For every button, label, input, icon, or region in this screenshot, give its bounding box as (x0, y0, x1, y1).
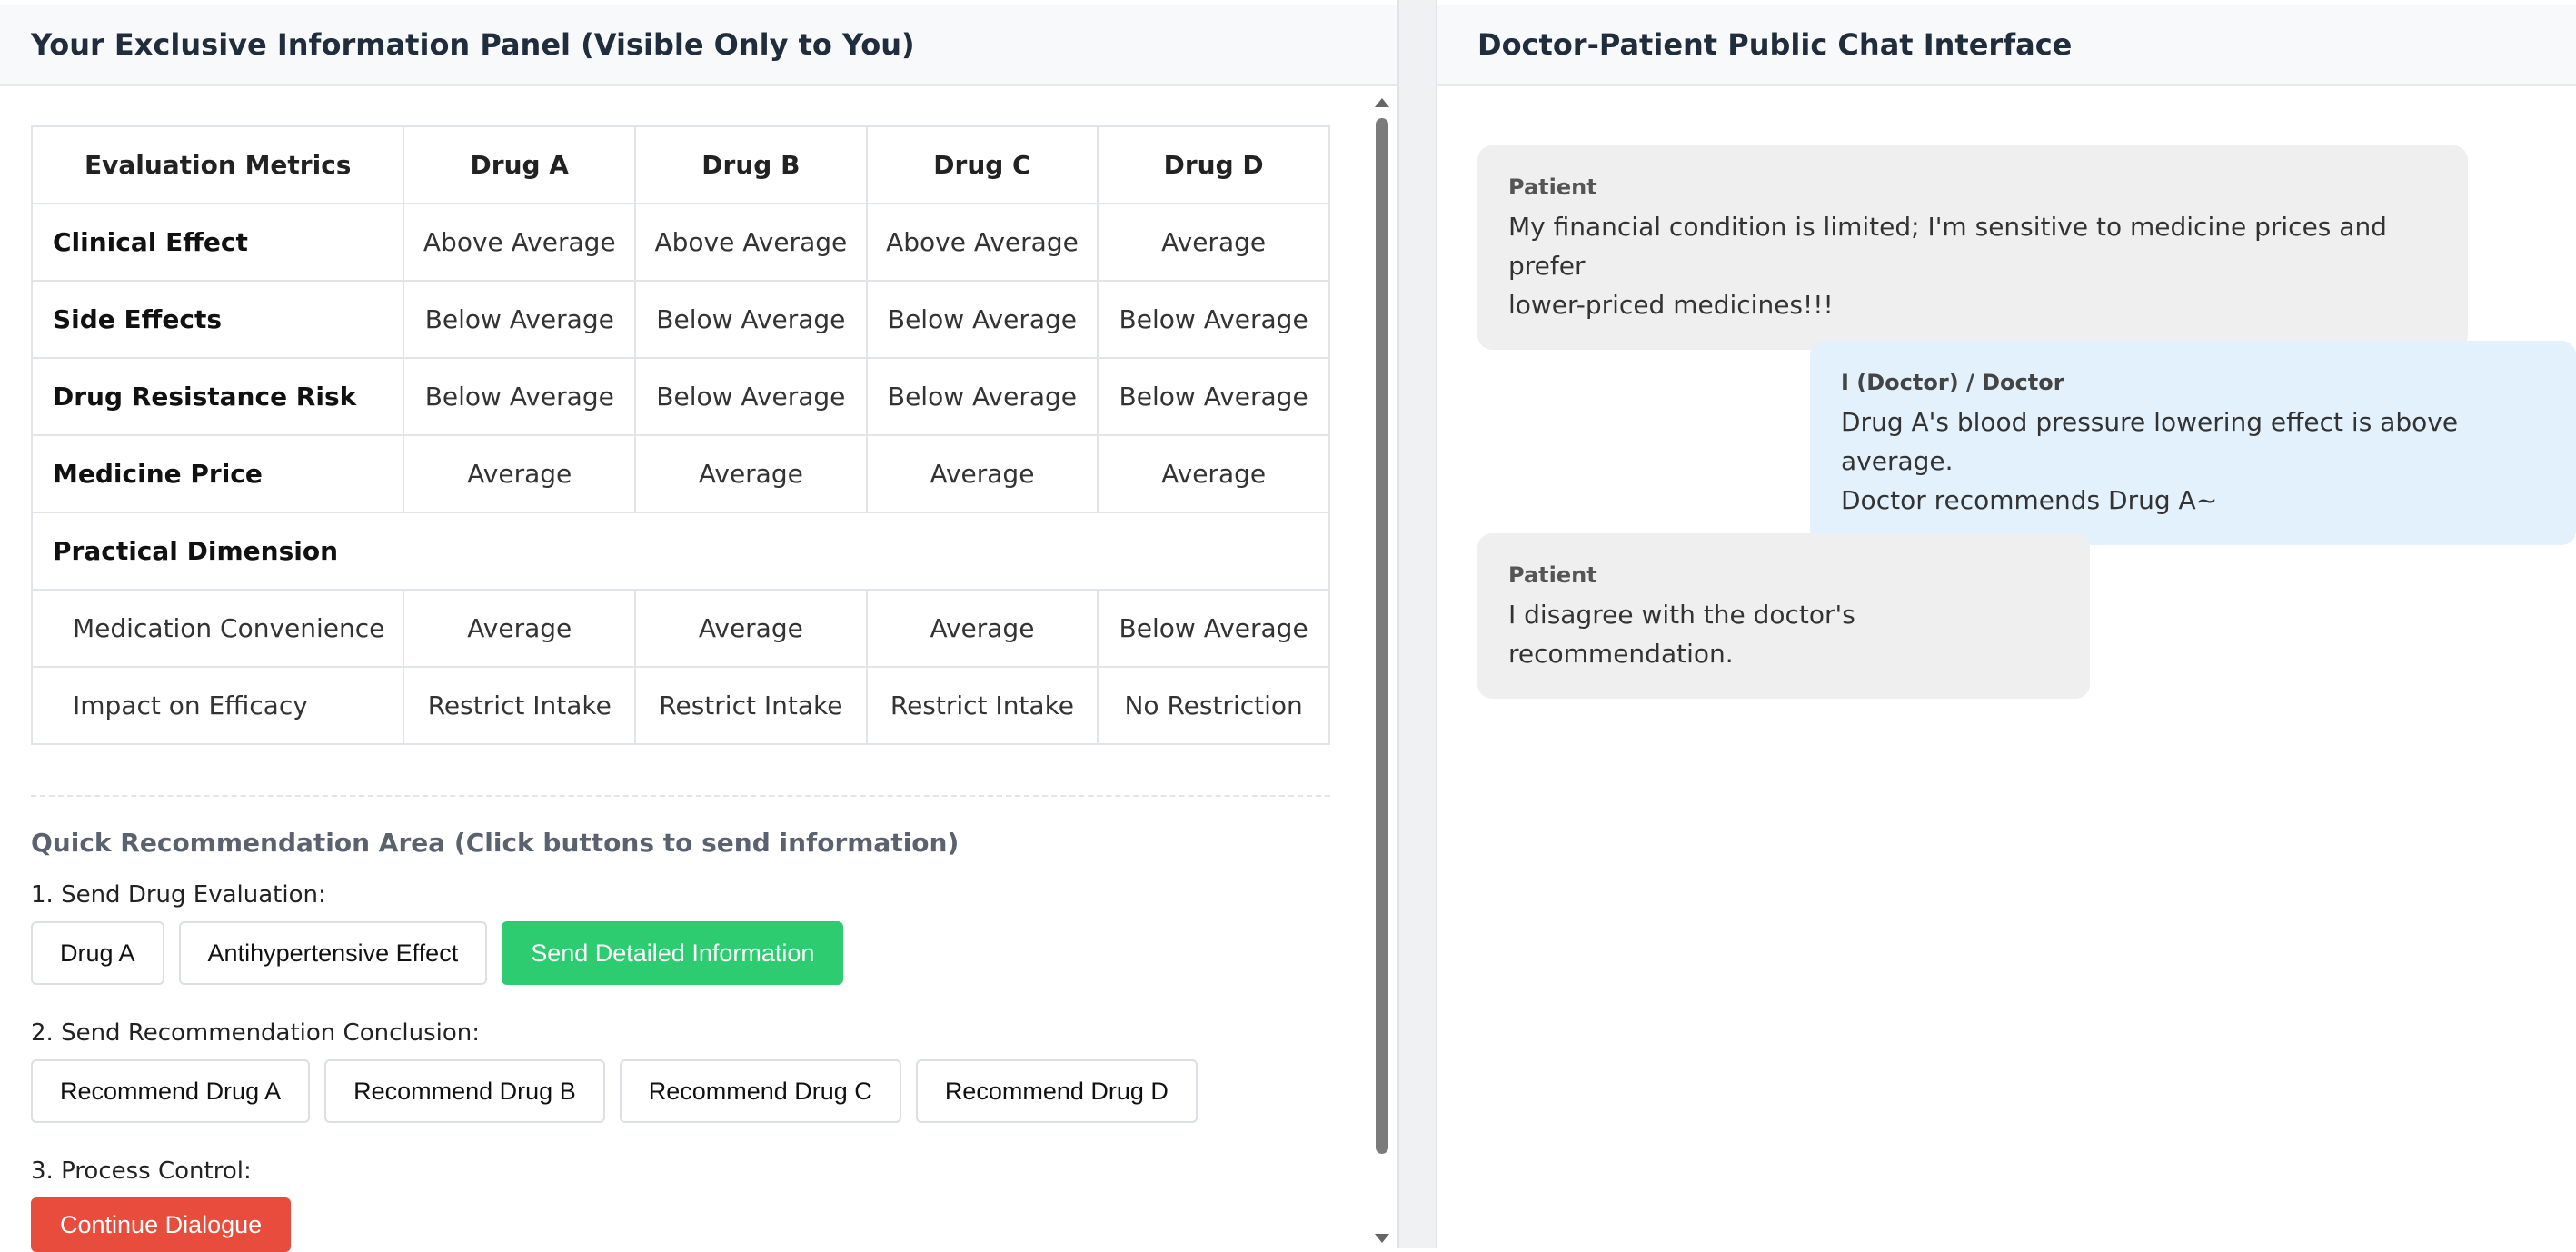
message-sender: I (Doctor) / Doctor (1841, 370, 2064, 395)
table-row: Drug Resistance Risk Below Average Below… (30, 357, 1330, 436)
scroll-down-arrow-icon[interactable] (1375, 1234, 1389, 1243)
table-section-row: Practical Dimension (31, 512, 1330, 591)
table-header: Drug A (403, 125, 637, 204)
row-label: Drug Resistance Risk (30, 357, 405, 436)
table-cell: Restrict Intake (865, 666, 1099, 745)
chat-panel: Doctor-Patient Public Chat Interface Pat… (1437, 0, 2576, 1248)
step2-buttons: Recommend Drug A Recommend Drug B Recomm… (31, 1059, 1330, 1123)
table-cell: Average (865, 589, 1099, 668)
table-header-row: Evaluation Metrics Drug A Drug B Drug C … (30, 125, 1330, 204)
message-sender: Patient (1508, 562, 1597, 588)
message-sender: Patient (1508, 174, 1597, 200)
recommend-drug-a-button[interactable]: Recommend Drug A (31, 1059, 311, 1123)
recommend-drug-c-button[interactable]: Recommend Drug C (619, 1059, 901, 1123)
table-cell: Above Average (634, 203, 868, 282)
table-cell: Below Average (403, 357, 637, 436)
scroll-up-arrow-icon[interactable] (1375, 98, 1389, 107)
table-cell: Average (1097, 203, 1330, 282)
table-cell: Above Average (865, 203, 1099, 282)
drug-evaluation-table: Evaluation Metrics Drug A Drug B Drug C … (30, 125, 1330, 745)
message-text: I disagree with the doctor's recommendat… (1508, 600, 1855, 669)
table-cell: Average (634, 589, 868, 668)
antihypertensive-effect-button[interactable]: Antihypertensive Effect (178, 921, 488, 985)
table-row: Clinical Effect Above Average Above Aver… (30, 203, 1330, 282)
table-row: Impact on Efficacy Restrict Intake Restr… (30, 666, 1330, 745)
row-label: Side Effects (30, 280, 405, 359)
table-cell: Below Average (634, 280, 868, 359)
drug-a-button[interactable]: Drug A (31, 921, 164, 985)
table-cell: Restrict Intake (403, 666, 637, 745)
panel-splitter[interactable] (1397, 0, 1437, 1248)
table-cell: Average (403, 589, 637, 668)
table-cell: Below Average (403, 280, 637, 359)
chat-message-doctor: I (Doctor) / Doctor Drug A's blood press… (1810, 341, 2576, 545)
table-cell: Restrict Intake (634, 666, 868, 745)
table-cell: Below Average (865, 280, 1099, 359)
send-detailed-information-button[interactable]: Send Detailed Information (502, 921, 844, 985)
info-panel: Your Exclusive Information Panel (Visibl… (0, 0, 1397, 1252)
row-label: Medicine Price (30, 434, 405, 513)
chat-message-patient: Patient My financial condition is limite… (1477, 145, 2468, 350)
step1-buttons: Drug A Antihypertensive Effect Send Deta… (31, 921, 1330, 985)
section-divider (31, 795, 1330, 797)
table-row: Medication Convenience Average Average A… (30, 589, 1330, 668)
row-label: Clinical Effect (30, 203, 405, 282)
info-panel-content: Evaluation Metrics Drug A Drug B Drug C … (30, 125, 1330, 1252)
table-header: Evaluation Metrics (30, 125, 405, 204)
scrollbar-thumb[interactable] (1376, 118, 1388, 1154)
step3-buttons: Continue Dialogue (31, 1197, 1330, 1252)
chat-panel-title: Doctor-Patient Public Chat Interface (1437, 5, 2576, 86)
message-text: My financial condition is limited; I'm s… (1508, 212, 2387, 281)
step3-label: 3. Process Control: (31, 1158, 252, 1185)
table-cell: Average (1097, 434, 1330, 513)
chat-message-patient: Patient I disagree with the doctor's rec… (1477, 533, 2090, 699)
table-cell: No Restriction (1097, 666, 1330, 745)
table-row: Side Effects Below Average Below Average… (30, 280, 1330, 359)
table-cell: Below Average (634, 357, 868, 436)
recommend-drug-d-button[interactable]: Recommend Drug D (915, 1059, 1198, 1123)
table-row: Medicine Price Average Average Average A… (30, 434, 1330, 513)
message-text: Drug A's blood pressure lowering effect … (1841, 407, 2459, 476)
table-cell: Above Average (403, 203, 637, 282)
table-header: Drug B (634, 125, 868, 204)
table-cell: Below Average (1097, 589, 1330, 668)
message-text: Doctor recommends Drug A~ (1841, 485, 2218, 515)
info-panel-title: Your Exclusive Information Panel (Visibl… (0, 5, 1397, 86)
step2-label: 2. Send Recommendation Conclusion: (31, 1019, 480, 1047)
row-label: Impact on Efficacy (30, 666, 405, 745)
continue-dialogue-button[interactable]: Continue Dialogue (31, 1197, 292, 1252)
table-header: Drug D (1097, 125, 1330, 204)
quick-area-title: Quick Recommendation Area (Click buttons… (31, 828, 960, 858)
message-text: lower-priced medicines!!! (1508, 290, 1834, 320)
table-cell: Below Average (1097, 280, 1330, 359)
step1-label: 1. Send Drug Evaluation: (31, 881, 326, 909)
row-label: Medication Convenience (30, 589, 405, 668)
table-cell: Below Average (865, 357, 1099, 436)
table-cell: Below Average (1097, 357, 1330, 436)
table-header: Drug C (865, 125, 1099, 204)
table-cell: Average (865, 434, 1099, 513)
recommend-drug-b-button[interactable]: Recommend Drug B (324, 1059, 605, 1123)
vertical-scrollbar[interactable] (1372, 91, 1392, 1248)
table-cell: Average (403, 434, 637, 513)
table-cell: Average (634, 434, 868, 513)
section-label: Practical Dimension (31, 512, 1330, 591)
